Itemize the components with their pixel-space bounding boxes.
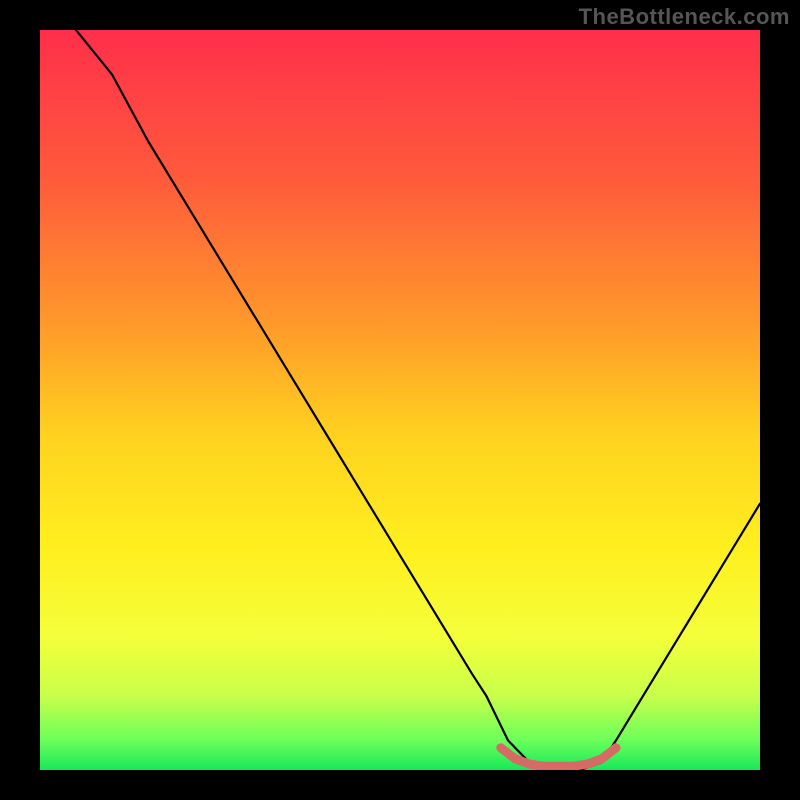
chart-frame: TheBottleneck.com xyxy=(0,0,800,800)
bottleneck-chart xyxy=(0,0,800,800)
watermark-text: TheBottleneck.com xyxy=(579,4,790,30)
